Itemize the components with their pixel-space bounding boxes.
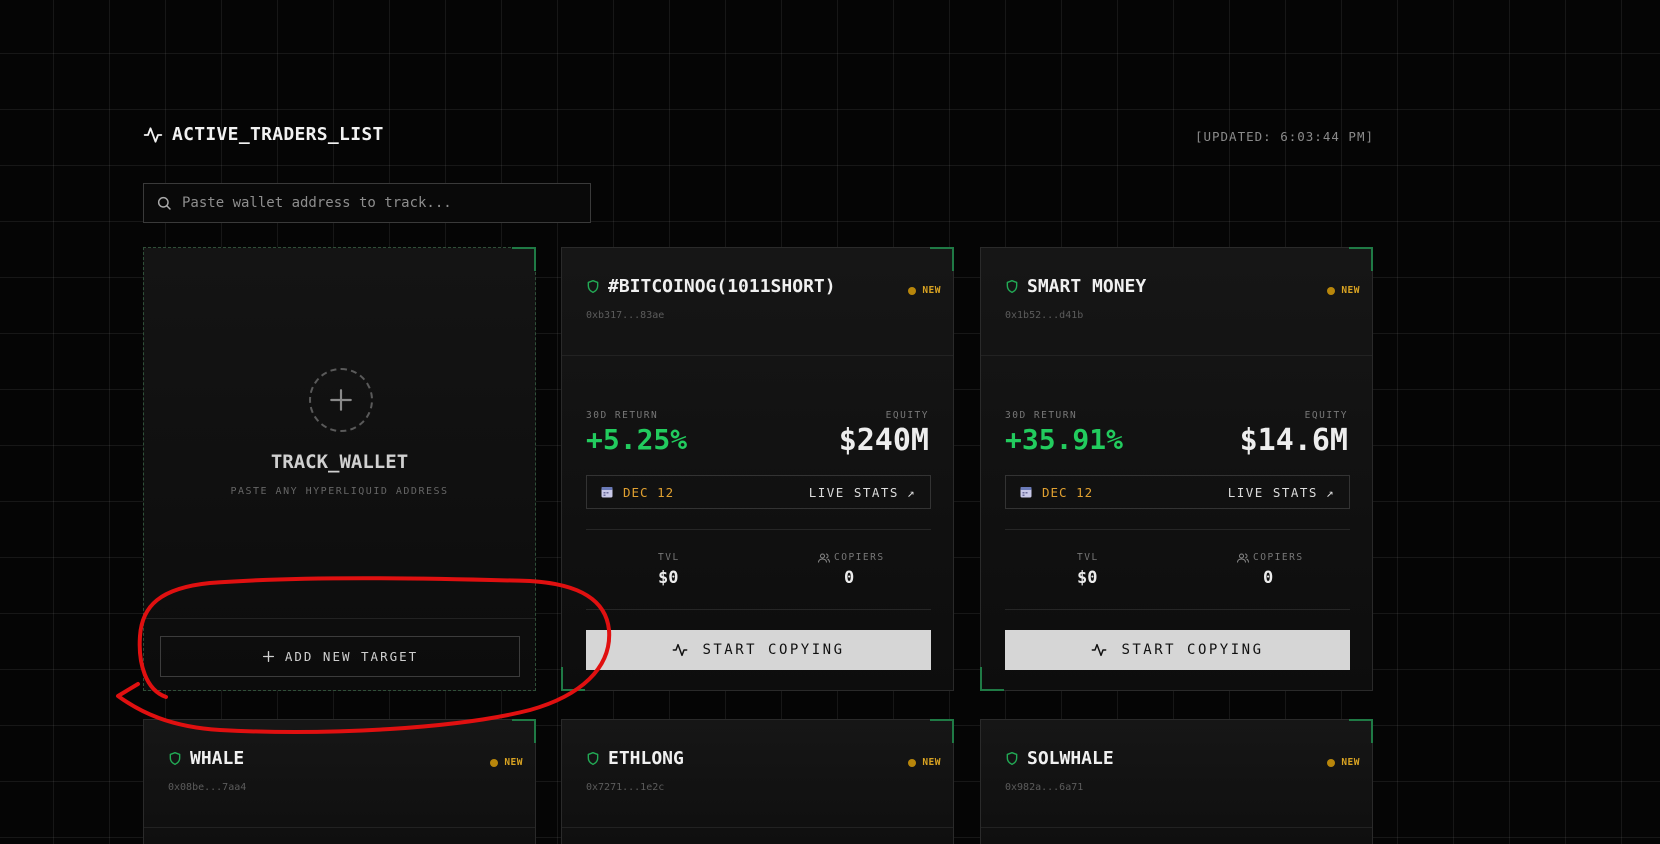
- live-stats-row[interactable]: DEC 12 LIVE STATS ↗: [1005, 475, 1350, 509]
- wallet-search-input[interactable]: [182, 195, 582, 211]
- new-badge: NEW: [490, 757, 523, 768]
- trader-header: SOLWHALE: [1005, 748, 1114, 769]
- trader-name: #BITCOINOG(1011SHORT): [608, 276, 836, 297]
- copiers-label: COPIERS: [1237, 552, 1304, 563]
- equity-value: $14.6M: [1239, 423, 1348, 458]
- trader-address: 0xb317...83ae: [586, 310, 665, 321]
- shield-icon: [1006, 751, 1018, 766]
- live-stats-row[interactable]: DEC 12 LIVE STATS ↗: [586, 475, 931, 509]
- track-wallet-card: TRACK_WALLET PASTE ANY HYPERLIQUID ADDRE…: [143, 247, 536, 691]
- track-wallet-title: TRACK_WALLET: [270, 451, 409, 473]
- arrow-up-right-icon: ↗: [1325, 484, 1335, 500]
- add-wallet-icon[interactable]: [309, 368, 373, 432]
- arrow-up-right-icon: ↗: [906, 484, 916, 500]
- shield-icon: [169, 751, 181, 766]
- equity-value: $240M: [838, 423, 929, 458]
- shield-icon: [1006, 279, 1018, 294]
- status-dot: [908, 758, 917, 767]
- search-icon: [157, 196, 171, 210]
- live-stats-link[interactable]: LIVE STATS ↗: [1228, 485, 1335, 500]
- trader-name: SOLWHALE: [1027, 748, 1114, 769]
- trader-name: WHALE: [190, 748, 245, 769]
- divider: [586, 609, 931, 610]
- trader-header: ETHLONG: [586, 748, 684, 769]
- calendar-icon: [1020, 487, 1032, 498]
- trader-header: WHALE: [168, 748, 244, 769]
- status-dot: [1327, 758, 1336, 767]
- trader-address: 0x08be...7aa4: [168, 782, 247, 793]
- status-dot: [908, 286, 917, 295]
- card-corner-accent: [1349, 247, 1373, 271]
- shield-icon: [587, 751, 599, 766]
- card-corner-accent: [512, 247, 536, 271]
- divider: [981, 355, 1372, 356]
- divider: [1005, 529, 1350, 530]
- equity-label: EQUITY: [885, 410, 929, 421]
- plus-icon: [262, 650, 274, 663]
- trader-name: SMART MONEY: [1027, 276, 1147, 297]
- activity-icon: [1092, 643, 1107, 657]
- new-badge: NEW: [1327, 285, 1360, 296]
- shield-icon: [587, 279, 599, 294]
- add-new-target-label: ADD NEW TARGET: [284, 649, 419, 664]
- card-corner-accent: [930, 247, 954, 271]
- return-label: 30D RETURN: [586, 410, 659, 421]
- divider: [586, 529, 931, 530]
- tvl-value: $0: [658, 568, 679, 588]
- copiers-label: COPIERS: [818, 552, 885, 563]
- trader-date: DEC 12: [623, 484, 675, 500]
- divider: [562, 355, 953, 356]
- divider: [144, 827, 535, 828]
- trader-card[interactable]: WHALE NEW 0x08be...7aa4: [143, 719, 536, 844]
- status-dot: [1327, 286, 1336, 295]
- status-dot: [490, 758, 499, 767]
- copiers-value: 0: [844, 568, 855, 588]
- divider: [981, 827, 1372, 828]
- divider: [144, 618, 535, 619]
- trader-header: SMART MONEY: [1005, 276, 1146, 297]
- card-corner-accent: [561, 667, 585, 691]
- page-header: ACTIVE_TRADERS_LIST: [143, 124, 384, 145]
- trader-card[interactable]: ETHLONG NEW 0x7271...1e2c: [561, 719, 954, 844]
- trader-date: DEC 12: [1042, 484, 1094, 500]
- trader-header: #BITCOINOG(1011SHORT): [586, 276, 836, 297]
- users-icon: [818, 553, 830, 563]
- trader-card[interactable]: SOLWHALE NEW 0x982a...6a71: [980, 719, 1373, 844]
- card-corner-accent: [1349, 719, 1373, 743]
- updated-timestamp: [UPDATED: 6:03:44 PM]: [1194, 129, 1374, 144]
- page-title: ACTIVE_TRADERS_LIST: [172, 124, 384, 145]
- new-badge: NEW: [1327, 757, 1360, 768]
- tvl-label: TVL: [1077, 552, 1099, 563]
- trader-address: 0x7271...1e2c: [586, 782, 665, 793]
- tvl-label: TVL: [658, 552, 680, 563]
- copiers-value: 0: [1263, 568, 1274, 588]
- users-icon: [1237, 553, 1249, 563]
- trader-card[interactable]: #BITCOINOG(1011SHORT) NEW 0xb317...83ae …: [561, 247, 954, 691]
- trader-address: 0x982a...6a71: [1005, 782, 1084, 793]
- track-wallet-subtitle: PASTE ANY HYPERLIQUID ADDRESS: [230, 486, 449, 497]
- calendar-icon: [601, 487, 613, 498]
- start-copying-button[interactable]: START COPYING: [586, 630, 931, 670]
- return-label: 30D RETURN: [1005, 410, 1078, 421]
- equity-label: EQUITY: [1304, 410, 1348, 421]
- add-new-target-button[interactable]: ADD NEW TARGET: [160, 636, 520, 677]
- trader-name: ETHLONG: [608, 748, 684, 769]
- live-stats-link[interactable]: LIVE STATS ↗: [809, 485, 916, 500]
- trader-card[interactable]: SMART MONEY NEW 0x1b52...d41b 30D RETURN…: [980, 247, 1373, 691]
- card-corner-accent: [930, 719, 954, 743]
- trader-address: 0x1b52...d41b: [1005, 310, 1084, 321]
- start-copying-button[interactable]: START COPYING: [1005, 630, 1350, 670]
- new-badge: NEW: [908, 285, 941, 296]
- activity-icon: [673, 643, 688, 657]
- new-badge: NEW: [908, 757, 941, 768]
- card-corner-accent: [980, 667, 1004, 691]
- return-value: +35.91%: [1005, 423, 1124, 456]
- divider: [1005, 609, 1350, 610]
- activity-icon: [143, 126, 163, 143]
- return-value: +5.25%: [586, 423, 688, 456]
- divider: [562, 827, 953, 828]
- wallet-search-box[interactable]: [143, 183, 591, 223]
- card-corner-accent: [512, 719, 536, 743]
- tvl-value: $0: [1077, 568, 1098, 588]
